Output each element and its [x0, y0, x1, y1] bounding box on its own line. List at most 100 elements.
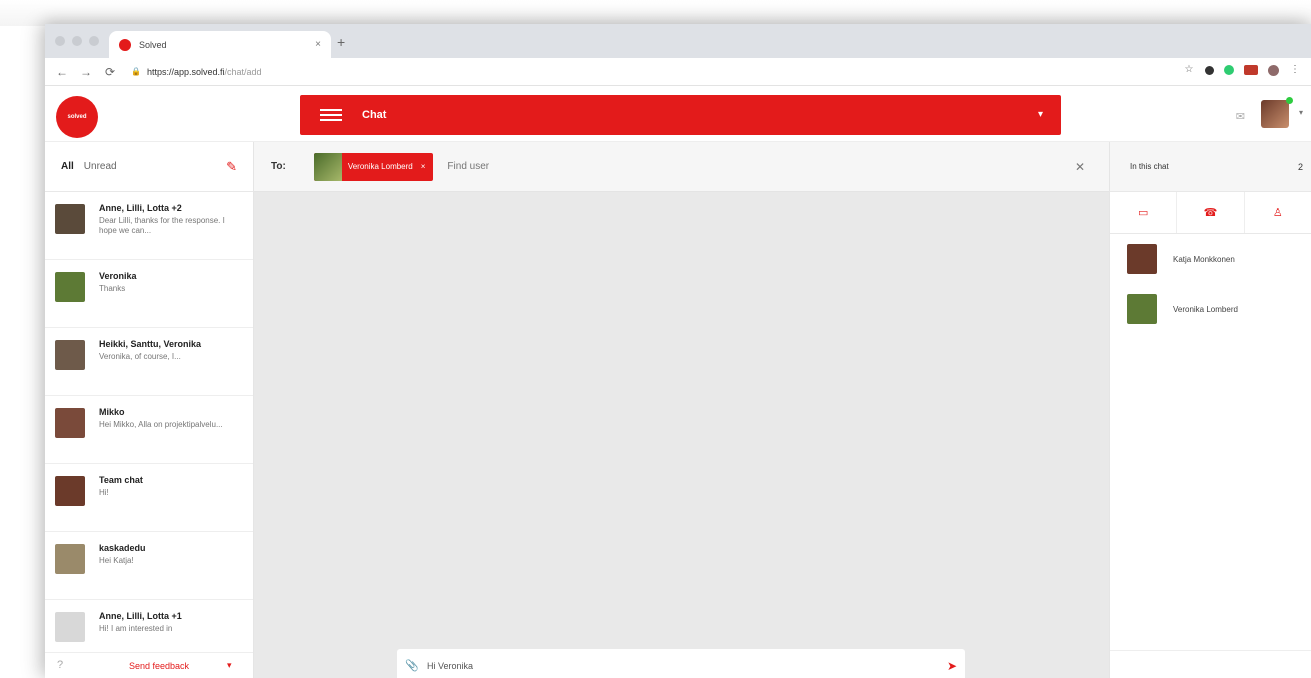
attachment-icon[interactable]: 📎: [405, 659, 419, 672]
online-status-icon: [1286, 97, 1293, 104]
video-call-icon[interactable]: ▭: [1110, 192, 1178, 233]
filter-all-tab[interactable]: All: [61, 161, 74, 172]
conversation-avatar: [55, 408, 85, 438]
conversation-preview: Dear Lilli, thanks for the response. I h…: [99, 216, 225, 235]
conversation-name: Team chat: [99, 475, 143, 485]
conversation-name: Veronika: [99, 271, 137, 281]
lock-icon: 🔒: [131, 67, 141, 76]
conversation-item[interactable]: Mikko Hei Mikko, Alla on projektipalvelu.…: [45, 396, 253, 464]
user-menu-chevron-icon[interactable]: ▾: [1299, 108, 1303, 117]
window-controls: [55, 36, 99, 46]
conversation-preview: Hei Katja!: [99, 556, 134, 565]
browser-window: Solved × + ← → ⟳ 🔒 https://app.solved.fi…: [45, 24, 1311, 678]
remove-recipient-icon[interactable]: ×: [421, 162, 426, 171]
conversation-name: kaskadedu: [99, 543, 146, 553]
conversation-preview: Hi! I am interested in: [99, 624, 173, 633]
section-title: Chat: [362, 109, 387, 121]
forward-icon[interactable]: →: [79, 65, 93, 79]
conversation-name: Heikki, Santtu, Veronika: [99, 339, 202, 349]
recipient-bar: To: Veronika Lomberd × ✕: [254, 142, 1109, 192]
member-name: Katja Monkkonen: [1173, 254, 1235, 264]
extension-icon[interactable]: [1244, 65, 1258, 75]
chat-info-panel: In this chat 2 ▭ ☎ ♙ Katja Monkkonen Vero…: [1109, 142, 1311, 678]
recipient-avatar: [313, 152, 342, 181]
maximize-window-icon[interactable]: [89, 36, 99, 46]
section-bar[interactable]: Chat ▾: [300, 95, 1061, 135]
panel-footer: [1110, 650, 1311, 678]
panel-title: In this chat: [1130, 162, 1169, 171]
panel-header: In this chat 2: [1110, 142, 1311, 192]
background-top: [0, 0, 1311, 26]
app-header: solved Chat ▾ ✉ ▾: [45, 86, 1311, 142]
conversation-item[interactable]: kaskadedu Hei Katja!: [45, 532, 253, 600]
member-avatar: [1127, 294, 1157, 324]
expand-icon[interactable]: ✕: [1075, 160, 1085, 174]
tab-close-icon[interactable]: ×: [315, 39, 321, 50]
conversation-name: Anne, Lilli, Lotta +1: [99, 611, 182, 621]
solved-logo[interactable]: solved: [56, 96, 98, 138]
conversation-avatar: [55, 204, 85, 234]
extension-icon[interactable]: [1205, 65, 1214, 75]
settings-icon[interactable]: [1268, 64, 1279, 76]
conversation-filter: All Unread ✎: [45, 142, 253, 192]
conversation-list: Anne, Lilli, Lotta +2 Dear Lilli, thanks …: [45, 192, 253, 668]
back-icon[interactable]: ←: [55, 65, 69, 79]
member-name: Veronika Lomberd: [1173, 304, 1238, 314]
message-input[interactable]: Hi Veronika: [427, 661, 473, 671]
url-field[interactable]: 🔒 https://app.solved.fi/chat/add: [131, 67, 262, 77]
member-count: 2: [1297, 162, 1303, 172]
add-user-icon[interactable]: ♙: [1245, 192, 1311, 233]
member-list: Katja Monkkonen Veronika Lomberd: [1110, 234, 1311, 334]
chevron-down-icon[interactable]: ▾: [1038, 109, 1043, 120]
extension-icon[interactable]: [1224, 65, 1234, 75]
url-path: /chat/add: [224, 66, 262, 77]
address-bar: ← → ⟳ 🔒 https://app.solved.fi/chat/add ☆…: [45, 58, 1311, 86]
reload-icon[interactable]: ⟳: [103, 65, 117, 79]
help-icon[interactable]: ?: [57, 659, 63, 671]
recipient-chip[interactable]: Veronika Lomberd ×: [313, 152, 434, 181]
user-avatar[interactable]: [1261, 100, 1289, 128]
notifications-icon[interactable]: ✉: [1236, 110, 1245, 123]
conversation-avatar: [55, 340, 85, 370]
panel-tabs: ▭ ☎ ♙: [1110, 192, 1311, 234]
filter-unread-tab[interactable]: Unread: [84, 161, 117, 172]
conversation-item[interactable]: Veronika Thanks: [45, 260, 253, 328]
conversation-name: Mikko: [99, 407, 125, 417]
conversation-avatar: [55, 476, 85, 506]
send-feedback-link[interactable]: Send feedback: [129, 661, 189, 671]
send-icon[interactable]: ➤: [947, 659, 957, 673]
call-icon[interactable]: ☎: [1177, 192, 1245, 233]
browser-tabstrip: Solved × +: [45, 24, 1311, 58]
url-host: https://app.solved.fi: [146, 66, 225, 77]
recipient-name: Veronika Lomberd: [347, 162, 413, 171]
message-composer[interactable]: 📎 Hi Veronika ➤ !: [397, 649, 965, 678]
conversation-preview: Hi!: [99, 488, 109, 497]
conversation-item[interactable]: Heikki, Santtu, Veronika Veronika, of cou…: [45, 328, 253, 396]
minimize-window-icon[interactable]: [72, 36, 82, 46]
hamburger-menu-icon[interactable]: [320, 109, 342, 121]
conversation-avatar: [55, 612, 85, 642]
new-tab-button[interactable]: +: [337, 34, 345, 50]
conversation-sidebar: All Unread ✎ Anne, Lilli, Lotta +2 Dear L…: [45, 142, 254, 678]
conversation-name: Anne, Lilli, Lotta +2: [99, 203, 182, 213]
conversation-preview: Hei Mikko, Alla on projektipalvelu...: [99, 420, 223, 429]
menu-icon[interactable]: ⋮: [1289, 64, 1301, 76]
member-item[interactable]: Veronika Lomberd: [1110, 284, 1311, 334]
chat-main: To: Veronika Lomberd × ✕ 📎 Hi Veronika ➤…: [254, 142, 1109, 678]
find-user-input[interactable]: [447, 161, 580, 172]
extension-icons: ☆ ⋮: [1183, 64, 1301, 76]
member-item[interactable]: Katja Monkkonen: [1110, 234, 1311, 284]
new-chat-icon[interactable]: ✎: [226, 159, 237, 175]
conversation-avatar: [55, 272, 85, 302]
chevron-down-icon[interactable]: ▾: [227, 660, 232, 671]
star-icon[interactable]: ☆: [1183, 64, 1195, 76]
close-window-icon[interactable]: [55, 36, 65, 46]
favicon-icon: [119, 38, 131, 51]
conversation-item[interactable]: Team chat Hi!: [45, 464, 253, 532]
browser-tab[interactable]: Solved ×: [109, 31, 331, 58]
member-avatar: [1127, 244, 1157, 274]
conversation-item[interactable]: Anne, Lilli, Lotta +2 Dear Lilli, thanks …: [45, 192, 253, 260]
conversation-preview: Thanks: [99, 284, 126, 293]
conversation-preview: Veronika, of course, I...: [99, 352, 181, 361]
sidebar-footer: ? Send feedback ▾: [45, 652, 253, 678]
